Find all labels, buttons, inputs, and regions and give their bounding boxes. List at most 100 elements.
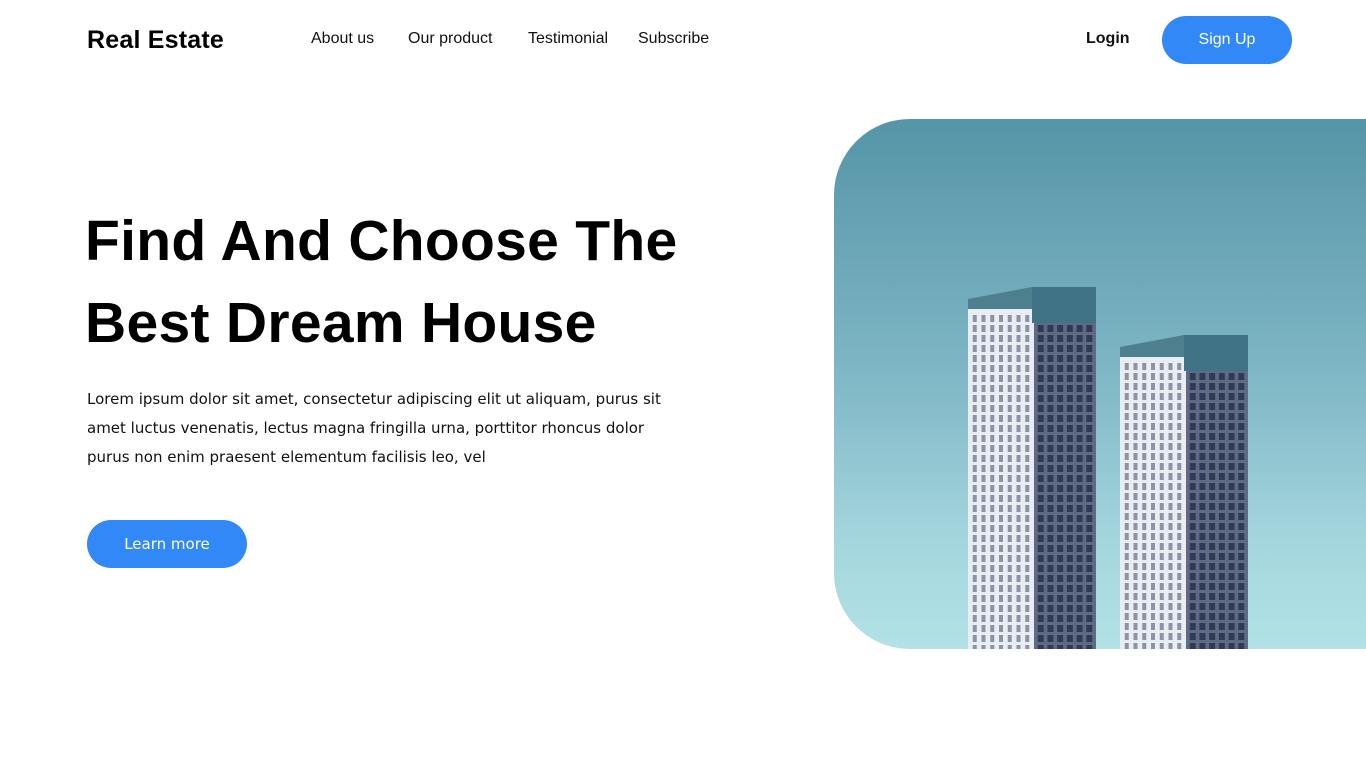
tower-window [1066, 595, 1073, 602]
tower-window [1159, 583, 1164, 590]
tower-window [972, 625, 977, 632]
tower-window [1159, 473, 1164, 480]
tower-window [1086, 645, 1093, 649]
tower-window [1016, 365, 1021, 372]
tower-window [1057, 615, 1064, 622]
tower-window [972, 365, 977, 372]
tower-window [1218, 403, 1225, 410]
tower-window [972, 425, 977, 432]
tower-window [1086, 335, 1093, 342]
tower-window [990, 355, 995, 362]
tower-window [1168, 393, 1173, 400]
tower-window [990, 615, 995, 622]
tower-window [1057, 515, 1064, 522]
tower-window [1057, 475, 1064, 482]
tower-window [981, 525, 986, 532]
tower-window [1124, 623, 1129, 630]
tower-window [990, 485, 995, 492]
sign-up-button[interactable]: Sign Up [1162, 16, 1292, 64]
tower-window [1066, 395, 1073, 402]
tower-window [990, 445, 995, 452]
tower-window [1228, 623, 1235, 630]
tower-window [1151, 453, 1155, 460]
tower-window [1016, 325, 1021, 332]
tower-window [1199, 523, 1206, 530]
tower-window [1177, 413, 1182, 420]
tower-window [1086, 495, 1093, 502]
tower-window [1016, 385, 1021, 392]
tower-window [1238, 383, 1245, 390]
tower-window [1189, 413, 1196, 420]
tower-window [1199, 443, 1206, 450]
tower-window [1142, 603, 1147, 610]
tower-window [999, 325, 1003, 332]
tower-window [1159, 413, 1164, 420]
tower-window [1142, 583, 1147, 590]
tower-window [1124, 453, 1129, 460]
tower-window [1177, 493, 1182, 500]
tower-window [1124, 463, 1129, 470]
tower-window [1057, 635, 1064, 642]
nav-link-our-product[interactable]: Our product [408, 28, 492, 50]
tower-window [1189, 613, 1196, 620]
tower-window [1016, 455, 1021, 462]
tower-window [1086, 565, 1093, 572]
nav-link-about-us[interactable]: About us [311, 28, 374, 50]
tower-window [1076, 555, 1083, 562]
tower-window [1057, 355, 1064, 362]
tower-window [1199, 583, 1206, 590]
tower-window [1037, 355, 1044, 362]
tower-window [1037, 465, 1044, 472]
tower-window [990, 395, 995, 402]
nav-link-subscribe[interactable]: Subscribe [638, 28, 709, 50]
tower-window [1133, 523, 1138, 530]
tower-window [1168, 363, 1173, 370]
site-logo[interactable]: Real Estate [87, 24, 224, 56]
tower-window [972, 615, 977, 622]
hero-description: Lorem ipsum dolor sit amet, consectetur … [87, 390, 661, 466]
tower-window [1133, 453, 1138, 460]
tower-window [1218, 413, 1225, 420]
tower-window [1007, 415, 1012, 422]
tower-window [1007, 505, 1012, 512]
tower-window [1016, 555, 1021, 562]
tower-window [1037, 555, 1044, 562]
tower-window [1076, 455, 1083, 462]
tower-window [1007, 565, 1012, 572]
tower-window [1047, 605, 1054, 612]
tower-window [1057, 335, 1064, 342]
learn-more-button[interactable]: Learn more [87, 520, 247, 568]
tower-window [1177, 503, 1182, 510]
tower-window [1133, 463, 1138, 470]
tower-window [1238, 533, 1245, 540]
tower-window [1238, 403, 1245, 410]
tower-window [1016, 595, 1021, 602]
tower-window [1238, 413, 1245, 420]
tower-window [999, 345, 1003, 352]
tower-window [1057, 435, 1064, 442]
tower-window [1076, 565, 1083, 572]
tower-window [1066, 555, 1073, 562]
tower-window [1199, 373, 1206, 380]
tower-window [1086, 445, 1093, 452]
tower-window [1076, 535, 1083, 542]
login-link[interactable]: Login [1086, 28, 1130, 50]
tower-window [1037, 435, 1044, 442]
tower-window [1007, 595, 1012, 602]
tower-window [1016, 415, 1021, 422]
tower-window [1228, 373, 1235, 380]
nav-link-testimonial[interactable]: Testimonial [528, 28, 608, 50]
tower-window [1086, 485, 1093, 492]
tower-window [1076, 385, 1083, 392]
tower-window [1047, 535, 1054, 542]
tower-window [1066, 405, 1073, 412]
tower-window [972, 435, 977, 442]
tower-window [1057, 325, 1064, 332]
tower-window [1057, 605, 1064, 612]
tower-window [1076, 475, 1083, 482]
tower-window [1086, 475, 1093, 482]
tower-window [1159, 453, 1164, 460]
tower-window [1159, 613, 1164, 620]
tower-window [1159, 503, 1164, 510]
tower-window [1177, 603, 1182, 610]
